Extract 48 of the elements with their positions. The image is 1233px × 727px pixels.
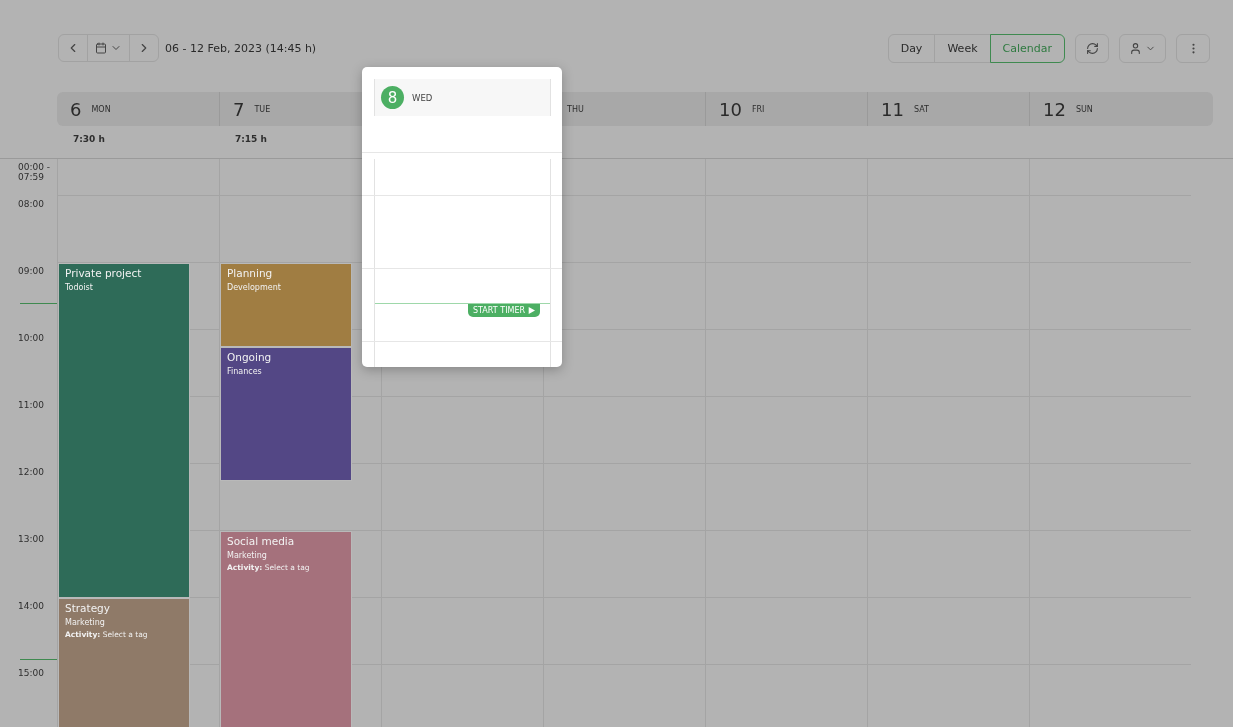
- event-title: Strategy: [65, 602, 111, 614]
- refresh-button[interactable]: [1075, 33, 1109, 63]
- event-project: Marketing: [227, 551, 268, 560]
- play-icon: [528, 307, 535, 314]
- calendar-icon: [95, 42, 107, 54]
- hour-label: 15:00: [18, 669, 45, 679]
- event-title: Ongoing: [227, 350, 273, 363]
- event-title: Planning: [227, 267, 274, 279]
- view-tab[interactable]: Day: [887, 33, 936, 63]
- day-number: 11: [881, 98, 904, 120]
- weekday-label: FRI: [751, 104, 765, 114]
- hour-label: 12:00: [18, 468, 45, 478]
- user-icon: [1129, 41, 1142, 55]
- hour-label: 14:00: [18, 602, 45, 612]
- hour-label: 08:00: [18, 200, 45, 210]
- hour-label: 00:00 - 07:59: [18, 163, 52, 183]
- date-range: 06 - 12 Feb, 2023 (14:45 h): [165, 41, 317, 55]
- calendar-event[interactable]: Ongoing Finances: [220, 346, 352, 481]
- event-project: Finances: [227, 366, 263, 376]
- event-project: Todoist: [65, 283, 94, 292]
- hour-label: 13:00: [18, 535, 45, 545]
- day-total: 7:30 h: [73, 134, 105, 144]
- weekday-label: MON: [91, 104, 111, 114]
- event-project: Marketing: [65, 618, 106, 627]
- calendar-event[interactable]: Private project Todoist: [58, 263, 190, 598]
- hour-label: 11:00: [18, 401, 45, 411]
- day-total: 7:15 h: [235, 134, 267, 144]
- start-timer-button[interactable]: START TIMER: [468, 304, 540, 317]
- day-number: 10: [719, 98, 742, 120]
- weekday-label: TUE: [254, 104, 271, 114]
- hour-label: 10:00: [18, 334, 45, 344]
- weekday-label: SAT: [913, 104, 929, 114]
- weekday-label: SUN: [1075, 104, 1093, 114]
- day-number: 7: [233, 98, 245, 120]
- day-number: 12: [1043, 98, 1066, 120]
- event-title: Private project: [65, 267, 143, 279]
- weekday-label: THU: [567, 104, 584, 114]
- day-number: 6: [70, 98, 82, 120]
- user-menu-button[interactable]: [1119, 33, 1166, 63]
- day-number-badge: 8: [381, 86, 404, 109]
- refresh-icon: [1085, 41, 1099, 55]
- event-title: Social media: [227, 535, 296, 547]
- weekday-label: WED: [412, 92, 433, 103]
- view-tab[interactable]: Calendar: [989, 33, 1065, 63]
- event-project: Development: [227, 283, 282, 292]
- hour-label: 09:00: [18, 267, 45, 277]
- view-tab[interactable]: Week: [934, 33, 991, 63]
- calendar-event[interactable]: Planning Development: [220, 263, 352, 347]
